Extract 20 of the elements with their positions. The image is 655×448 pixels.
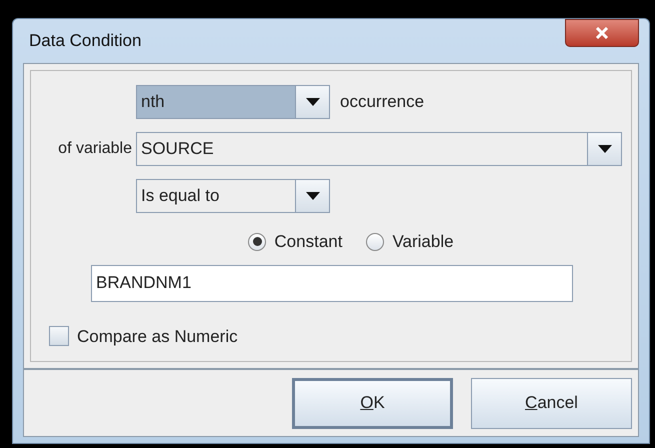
close-button[interactable] (565, 19, 639, 47)
value-field[interactable]: BRANDNM1 (91, 264, 573, 302)
dropdown[interactable]: SOURCE (136, 132, 622, 166)
compare-numeric-checkbox[interactable]: Compare as Numeric (49, 324, 631, 349)
radio-button[interactable] (366, 232, 384, 251)
caret-icon (598, 145, 612, 153)
variable-label: of variable (57, 139, 133, 159)
radio-option[interactable]: Constant (248, 229, 342, 254)
dialog-button[interactable]: Cancel (471, 378, 632, 428)
occurrence-label: occurrence (340, 91, 424, 114)
window-title: Data Condition (28, 30, 142, 52)
checkbox[interactable] (49, 326, 69, 346)
radio-button[interactable] (248, 232, 266, 251)
dialog-button[interactable]: OK (292, 378, 453, 428)
caret-icon (306, 98, 320, 106)
dropdown[interactable]: nth (136, 85, 330, 119)
radio-option[interactable]: Variable (366, 229, 454, 254)
close-icon (595, 27, 609, 39)
caret-icon (306, 192, 320, 200)
dropdown[interactable]: Is equal to (136, 179, 330, 213)
